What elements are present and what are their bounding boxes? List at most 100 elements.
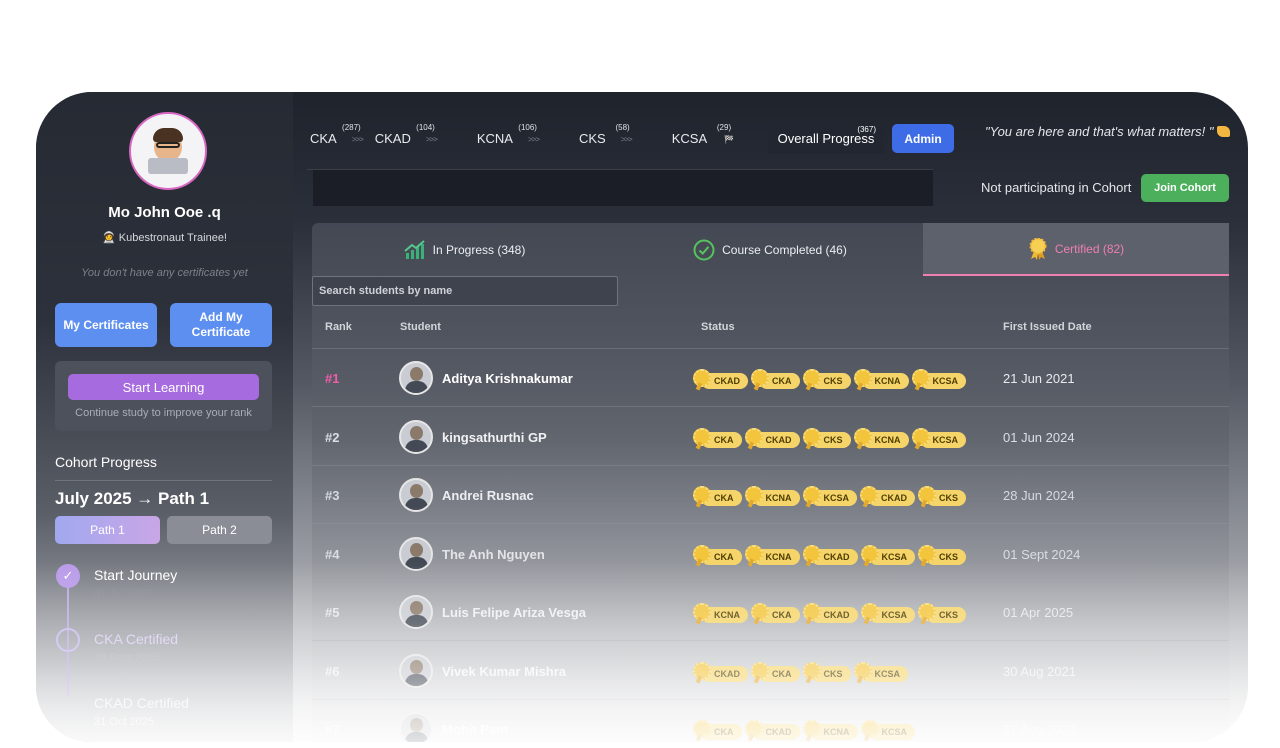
- student-avatar[interactable]: [399, 478, 433, 512]
- certification-badge: KCSA: [860, 603, 916, 623]
- rosette-icon: [751, 661, 769, 680]
- rosette-icon: [860, 544, 879, 563]
- badge-label: CKAD: [765, 434, 792, 445]
- badge-label: CKS: [939, 610, 959, 620]
- student-avatar[interactable]: [399, 595, 433, 629]
- student-name[interactable]: The Anh Nguyen: [442, 547, 545, 562]
- column-header-status[interactable]: Status: [701, 321, 735, 333]
- rosette-icon: [744, 486, 763, 504]
- certification-badge: CKAD: [693, 369, 748, 389]
- app-window: Mo John Ooe .q 🧑‍🚀 Kubestronaut Trainee!…: [36, 92, 1248, 742]
- certification-badges: CKA KCNA KCSA CKAD CKS: [693, 486, 968, 506]
- profile-role: 🧑‍🚀 Kubestronaut Trainee!: [102, 232, 227, 244]
- certification-badge: CKAD: [693, 661, 748, 682]
- rosette-icon: [802, 369, 821, 387]
- student-avatar[interactable]: [399, 419, 433, 454]
- path-2-tab[interactable]: Path 2: [167, 516, 272, 544]
- badge-label: KCSA: [881, 551, 908, 562]
- badge-label: CKAD: [881, 493, 908, 503]
- timeline-step-date: 30 Sept 2025: [94, 652, 160, 664]
- rosette-icon: [802, 603, 821, 621]
- certification-badge: KCSA: [911, 369, 967, 389]
- rosette-icon: [802, 661, 821, 680]
- rank-cell: #5: [325, 605, 340, 620]
- join-cohort-button[interactable]: Join Cohort: [1141, 174, 1229, 202]
- admin-button[interactable]: Admin: [892, 124, 954, 153]
- timeline-step-date: 01 Jul 2025: [94, 588, 151, 600]
- student-name[interactable]: Luis Felipe Ariza Vesga: [442, 605, 586, 620]
- student-avatar[interactable]: [399, 361, 433, 395]
- rosette-icon: [918, 486, 937, 504]
- certification-badge: KCNA: [744, 544, 800, 565]
- add-certificate-button[interactable]: Add My Certificate: [170, 303, 272, 347]
- profile-avatar[interactable]: [129, 112, 207, 190]
- table-row[interactable]: #3 Andrei Rusnac CKA KCNA KCSA CKAD CKS 28 Jun …: [312, 466, 1229, 524]
- timeline-step-label: CKAD Certified: [94, 695, 189, 711]
- badge-label: CKAD: [714, 376, 740, 386]
- tab-in-progress[interactable]: In Progress (348): [312, 223, 617, 276]
- cohort-current-path: July 2025 → Path 1: [55, 489, 210, 508]
- rosette-icon: [744, 427, 763, 446]
- tab-kcna[interactable]: KCNA (106) >>>: [477, 123, 540, 146]
- learning-card: Start Learning Continue study to improve…: [55, 361, 272, 431]
- student-avatar[interactable]: [399, 712, 433, 742]
- student-name[interactable]: Mohit Pant: [442, 722, 508, 737]
- rank-cell: #7: [325, 722, 340, 737]
- table-row[interactable]: #1 Aditya Krishnakumar CKAD CKA CKS KCNA KCSA 2…: [312, 349, 1229, 407]
- cohort-status-text: Not participating in Cohort: [981, 180, 1132, 195]
- tab-cks[interactable]: CKS (58) >>>: [579, 123, 633, 146]
- check-circle-icon: [693, 239, 715, 261]
- student-avatar[interactable]: [399, 536, 433, 571]
- badge-label: CKA: [772, 376, 792, 386]
- certification-badge: CKS: [918, 603, 967, 623]
- start-learning-button[interactable]: Start Learning: [68, 374, 259, 400]
- my-certificates-button[interactable]: My Certificates: [55, 303, 157, 347]
- tab-kcsa[interactable]: KCSA (29) 🏁: [672, 123, 734, 146]
- student-name[interactable]: Aditya Krishnakumar: [442, 371, 573, 386]
- student-search-input[interactable]: [312, 276, 618, 306]
- badge-label: KCNA: [714, 610, 740, 620]
- badge-label: CKAD: [765, 727, 792, 737]
- column-header-rank[interactable]: Rank: [325, 321, 352, 333]
- rosette-icon: [802, 486, 821, 504]
- tab-overall-progress[interactable]: Overall Progress (367): [768, 122, 884, 154]
- certification-badge: CKA: [751, 603, 800, 623]
- check-icon: ✓: [56, 564, 80, 588]
- table-row[interactable]: #2 kingsathurthi GP CKA CKAD CKS KCNA KCSA 01 J…: [312, 408, 1229, 466]
- badge-label: CKA: [714, 493, 734, 503]
- rosette-icon: [693, 544, 711, 563]
- column-header-student[interactable]: Student: [400, 321, 441, 333]
- rosette-icon: [918, 544, 937, 563]
- rosette-icon: [853, 661, 872, 680]
- student-name[interactable]: Andrei Rusnac: [442, 488, 534, 503]
- certification-badge: KCNA: [693, 603, 748, 623]
- badge-label: KCSA: [881, 610, 908, 620]
- certification-badges: CKA CKAD CKS KCNA KCSA: [693, 427, 968, 448]
- tab-certified[interactable]: Certified (82): [923, 223, 1229, 276]
- tab-ckad[interactable]: CKAD (104) >>>: [375, 123, 438, 146]
- cert-tabs: CKA (287) >>> CKAD (104) >>> KCNA (106) >>> CK…: [310, 122, 749, 154]
- student-name[interactable]: Vivek Kumar Mishra: [442, 664, 566, 679]
- tab-course-completed[interactable]: Course Completed (46): [617, 223, 923, 276]
- certification-badges: CKAD CKA CKS KCSA: [693, 661, 910, 682]
- sidebar: Mo John Ooe .q 🧑‍🚀 Kubestronaut Trainee!…: [36, 92, 293, 742]
- column-header-first-issued-date[interactable]: First Issued Date: [1003, 321, 1092, 333]
- badge-label: KCSA: [881, 727, 908, 737]
- rosette-icon: [802, 544, 821, 563]
- certification-badge: CKAD: [802, 603, 858, 623]
- first-issued-date: 28 Jun 2024: [1003, 488, 1075, 503]
- certification-badge: CKA: [751, 661, 800, 682]
- table-row[interactable]: #6 Vivek Kumar Mishra CKAD CKA CKS KCSA 30 Aug…: [312, 642, 1229, 700]
- certification-badges: CKA KCNA CKAD KCSA CKS: [693, 544, 968, 565]
- student-name[interactable]: kingsathurthi GP: [442, 430, 547, 445]
- table-row[interactable]: #4 The Anh Nguyen CKA KCNA CKAD KCSA CKS 01 Sep…: [312, 525, 1229, 583]
- table-row[interactable]: #5 Luis Felipe Ariza Vesga KCNA CKA CKAD KCSA…: [312, 583, 1229, 641]
- badge-label: KCSA: [823, 493, 850, 503]
- table-row[interactable]: #7 Mohit Pant CKA CKAD KCNA KCSA 27 Aug 2023: [312, 700, 1229, 742]
- badge-label: KCNA: [765, 493, 792, 503]
- student-avatar[interactable]: [399, 653, 433, 688]
- tab-cka[interactable]: CKA (287) >>>: [310, 123, 364, 146]
- certification-badge: KCSA: [911, 427, 967, 448]
- badge-label: CKS: [939, 551, 959, 562]
- path-1-tab[interactable]: Path 1: [55, 516, 160, 544]
